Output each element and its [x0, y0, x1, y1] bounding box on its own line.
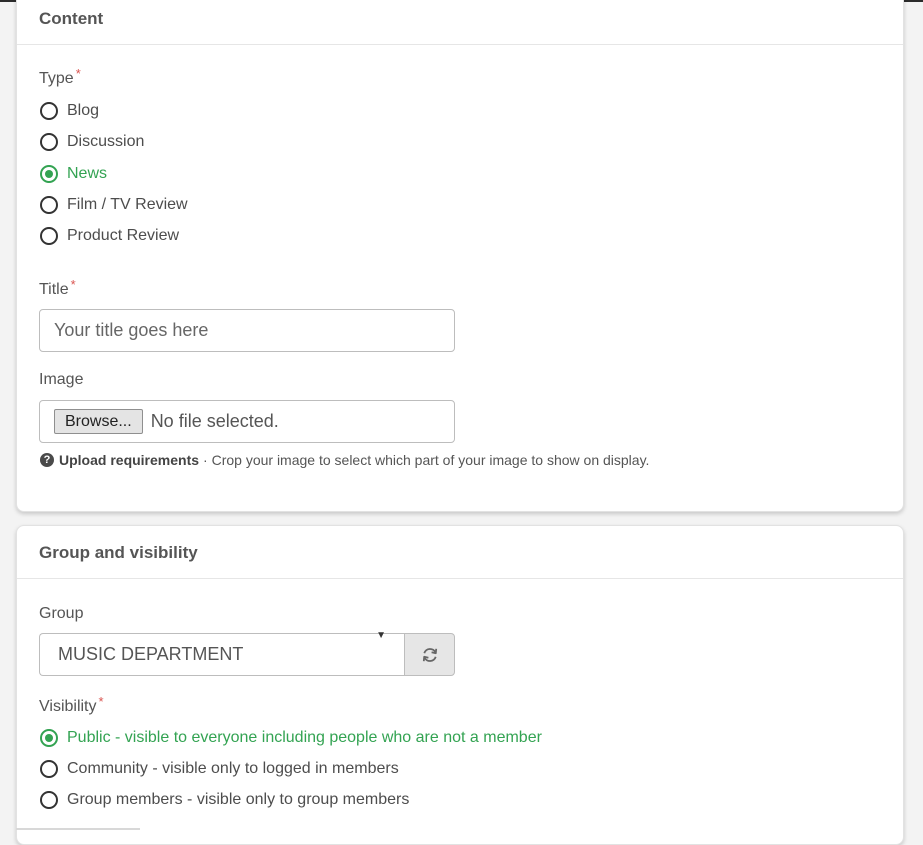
- content-card-header: Content: [17, 0, 903, 45]
- radio-button[interactable]: [40, 760, 58, 778]
- upload-help-text: ? Upload requirements · Crop your image …: [40, 452, 649, 468]
- type-label: Type *: [39, 66, 81, 88]
- type-option-discussion[interactable]: Discussion: [40, 130, 144, 154]
- file-status-text: No file selected.: [150, 411, 279, 431]
- refresh-button[interactable]: [404, 633, 455, 676]
- visibility-label-text: Visibility: [39, 698, 97, 715]
- title-input[interactable]: [39, 309, 455, 352]
- content-section-title: Content: [39, 9, 104, 28]
- radio-label: Product Review: [67, 227, 180, 244]
- visibility-option-public[interactable]: Public - visible to everyone including p…: [40, 726, 542, 750]
- image-label: Image: [39, 371, 84, 388]
- radio-button[interactable]: [40, 227, 58, 245]
- upload-requirements-title: Upload requirements: [59, 452, 200, 468]
- required-mark: *: [98, 694, 104, 709]
- group-label: Group: [39, 605, 84, 622]
- browse-button[interactable]: Browse...: [54, 409, 143, 434]
- radio-button[interactable]: [40, 196, 58, 214]
- title-label-text: Title: [39, 281, 69, 298]
- required-mark: *: [75, 66, 81, 81]
- radio-label: Film / TV Review: [67, 196, 188, 213]
- question-circle-icon: ?: [40, 453, 54, 467]
- content-card: Content Type * Blog Discussion News Film …: [16, 0, 904, 512]
- group-selected-value: MUSIC DEPARTMENT: [58, 644, 244, 664]
- title-label: Title *: [39, 277, 76, 299]
- radio-label: Group members - visible only to group me…: [67, 791, 410, 808]
- radio-button-checked[interactable]: [40, 729, 58, 747]
- visibility-option-community[interactable]: Community - visible only to logged in me…: [40, 757, 399, 781]
- group-visibility-card: Group and visibility Group MUSIC DEPARTM…: [16, 525, 904, 845]
- type-label-text: Type: [39, 70, 74, 87]
- radio-label: Community - visible only to logged in me…: [67, 760, 399, 777]
- radio-button[interactable]: [40, 791, 58, 809]
- refresh-icon: [422, 647, 437, 662]
- group-select[interactable]: MUSIC DEPARTMENT ▼: [39, 630, 404, 676]
- radio-label: Blog: [67, 102, 100, 119]
- visibility-option-group-members[interactable]: Group members - visible only to group me…: [40, 788, 409, 812]
- chevron-down-icon: ▼: [376, 630, 386, 641]
- radio-button-checked[interactable]: [40, 165, 58, 183]
- radio-label: News: [67, 165, 108, 182]
- group-section-title: Group and visibility: [39, 543, 198, 562]
- type-option-blog[interactable]: Blog: [40, 99, 99, 123]
- upload-requirements-text: · Crop your image to select which part o…: [203, 452, 650, 468]
- type-option-product-review[interactable]: Product Review: [40, 224, 179, 248]
- group-select-wrapper: MUSIC DEPARTMENT ▼: [39, 630, 455, 676]
- radio-button[interactable]: [40, 133, 58, 151]
- image-file-input[interactable]: Browse... No file selected.: [39, 400, 455, 443]
- type-option-film-tv-review[interactable]: Film / TV Review: [40, 193, 188, 217]
- radio-label: Discussion: [67, 133, 145, 150]
- radio-label: Public - visible to everyone including p…: [67, 729, 542, 746]
- radio-button[interactable]: [40, 102, 58, 120]
- required-mark: *: [70, 277, 76, 292]
- group-card-header: Group and visibility: [17, 526, 903, 579]
- type-option-news[interactable]: News: [40, 162, 107, 186]
- visibility-label: Visibility *: [39, 694, 104, 716]
